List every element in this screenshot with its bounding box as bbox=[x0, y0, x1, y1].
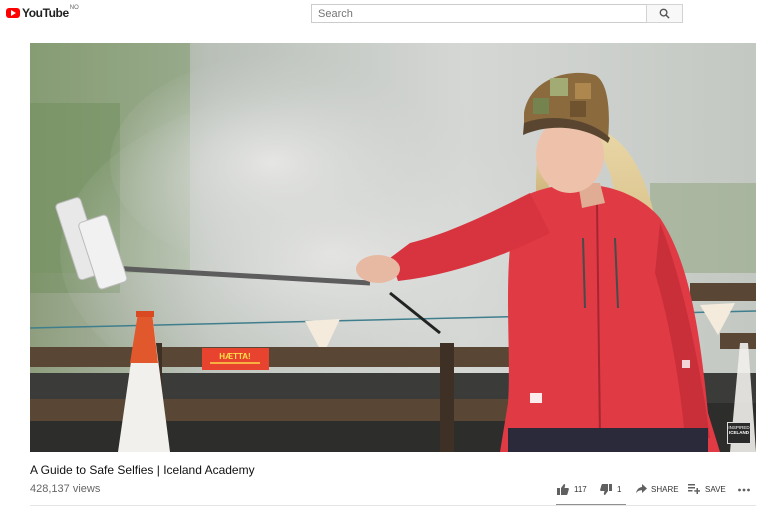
logo-region-code: NO bbox=[69, 5, 79, 11]
save-label: SAVE bbox=[705, 484, 726, 494]
more-actions-button[interactable] bbox=[738, 484, 750, 494]
search-button[interactable] bbox=[646, 4, 683, 23]
dislike-count: 1 bbox=[617, 485, 622, 494]
youtube-logo[interactable]: YouTube NO bbox=[6, 5, 79, 20]
watermark-line2: ICELAND bbox=[729, 430, 749, 435]
play-logo-icon bbox=[6, 8, 20, 18]
like-count: 117 bbox=[574, 485, 587, 494]
logo-text: YouTube bbox=[22, 6, 69, 20]
video-title: A Guide to Safe Selfies | Iceland Academ… bbox=[30, 463, 255, 477]
view-count: 428,137 views bbox=[30, 483, 101, 495]
divider bbox=[30, 505, 756, 506]
video-player[interactable]: HÆTTA! INSPIRED ICELAND bbox=[30, 43, 756, 452]
save-button[interactable]: SAVE bbox=[688, 484, 726, 494]
like-button[interactable]: 117 bbox=[557, 484, 587, 495]
share-arrow-icon bbox=[636, 484, 647, 494]
share-label: SHARE bbox=[651, 484, 679, 494]
masthead: YouTube NO bbox=[0, 0, 768, 30]
video-frame: HÆTTA! bbox=[30, 43, 756, 452]
search-icon bbox=[659, 8, 670, 19]
share-button[interactable]: SHARE bbox=[636, 484, 679, 494]
more-horizontal-icon bbox=[738, 488, 750, 492]
warning-sign-text: HÆTTA! bbox=[219, 352, 250, 361]
playlist-add-icon bbox=[688, 484, 700, 494]
thumbs-down-icon bbox=[600, 484, 612, 495]
thumbs-up-icon bbox=[557, 484, 569, 495]
channel-watermark: INSPIRED ICELAND bbox=[727, 422, 751, 444]
search-input[interactable] bbox=[311, 4, 646, 23]
dislike-button[interactable]: 1 bbox=[600, 484, 621, 495]
